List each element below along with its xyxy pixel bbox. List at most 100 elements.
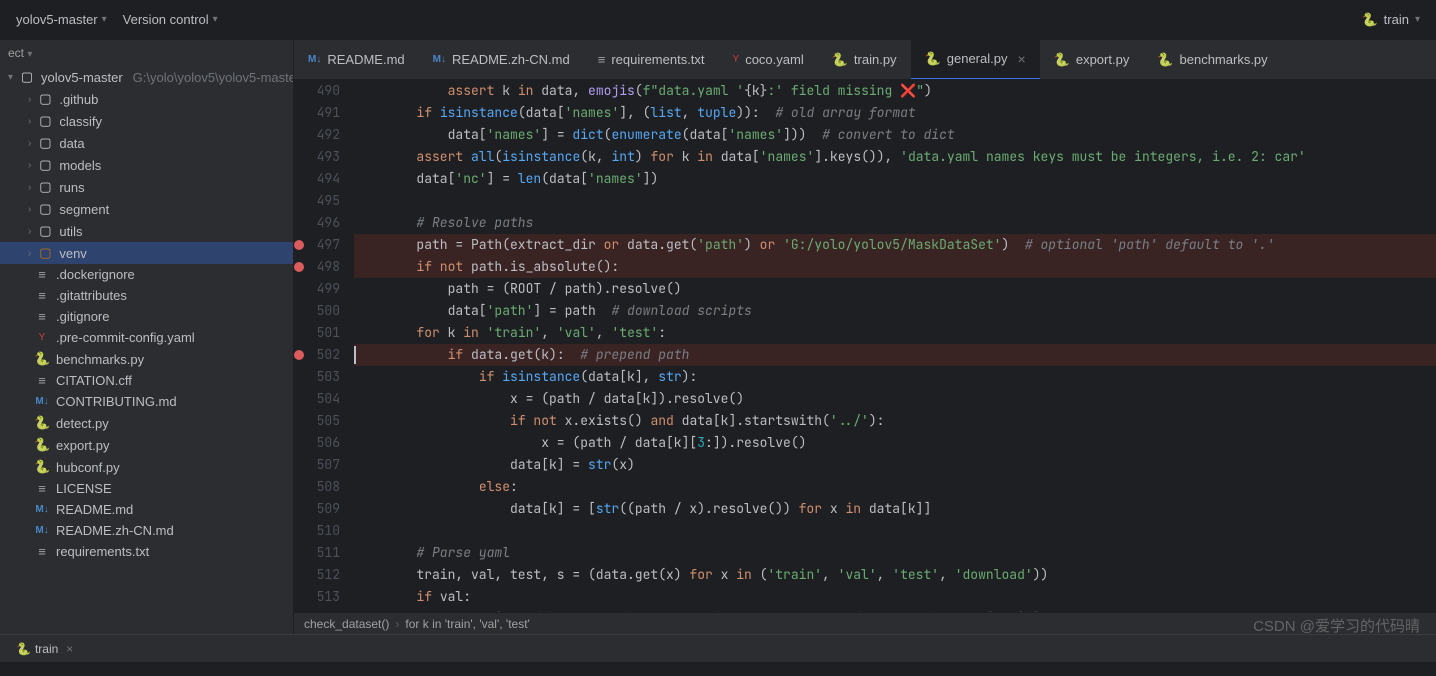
tree-item[interactable]: 🐍hubconf.py <box>0 456 293 478</box>
gutter-line[interactable]: 507 <box>294 454 340 476</box>
code-line[interactable]: data['names'] = dict(enumerate(data['nam… <box>354 124 1436 146</box>
gutter-line[interactable]: 504 <box>294 388 340 410</box>
code-line[interactable]: data[k] = [str((path / x).resolve()) for… <box>354 498 1436 520</box>
gutter-line[interactable]: 514 <box>294 608 340 612</box>
tree-item[interactable]: ›▢runs <box>0 176 293 198</box>
gutter-line[interactable]: 491 <box>294 102 340 124</box>
gutter-line[interactable]: 492 <box>294 124 340 146</box>
editor-tab[interactable]: Ycoco.yaml <box>719 40 818 80</box>
editor-tab[interactable]: 🐍train.py <box>818 40 911 80</box>
tree-item[interactable]: ›▢models <box>0 154 293 176</box>
project-tree: ▾ ▢ yolov5-master G:\yolo\yolov5\yolov5-… <box>0 66 293 562</box>
gutter-line[interactable]: 501 <box>294 322 340 344</box>
code-line[interactable]: x = (path / data[k]).resolve() <box>354 388 1436 410</box>
code-line[interactable]: assert k in data, emojis(f"data.yaml '{k… <box>354 80 1436 102</box>
code-line[interactable]: if isinstance(data[k], str): <box>354 366 1436 388</box>
breadcrumb-fn[interactable]: check_dataset() <box>304 617 389 631</box>
code-line[interactable] <box>354 190 1436 212</box>
editor-tab[interactable]: M↓ README.md <box>294 40 419 80</box>
close-icon[interactable]: × <box>66 642 73 656</box>
tree-item[interactable]: ›▢utils <box>0 220 293 242</box>
gutter-line[interactable]: 497 <box>294 234 340 256</box>
editor-tab[interactable]: 🐍benchmarks.py <box>1143 40 1281 80</box>
gutter-line[interactable]: 508 <box>294 476 340 498</box>
code-line[interactable]: else: <box>354 476 1436 498</box>
editor-tab[interactable]: M↓README.zh-CN.md <box>419 40 584 80</box>
breakpoint-icon[interactable] <box>294 350 304 360</box>
tree-item[interactable]: 🐍detect.py <box>0 412 293 434</box>
md-icon: M↓ <box>34 525 50 536</box>
code-editor[interactable]: 4904914924934944954964974984995005015025… <box>294 80 1436 612</box>
gutter-line[interactable]: 500 <box>294 300 340 322</box>
tree-item[interactable]: ≡requirements.txt <box>0 541 293 562</box>
tree-item[interactable]: ›▢venv <box>0 242 293 264</box>
tree-item[interactable]: ≡.dockerignore <box>0 264 293 285</box>
code-line[interactable]: if val: <box>354 586 1436 608</box>
gutter-line[interactable]: 498 <box>294 256 340 278</box>
run-tab[interactable]: 🐍 train × <box>10 640 79 658</box>
markdown-icon: M↓ <box>308 54 321 65</box>
code-line[interactable]: if data.get(k): # prepend path <box>354 344 1436 366</box>
tree-item[interactable]: Y.pre-commit-config.yaml <box>0 327 293 348</box>
tree-item[interactable]: 🐍export.py <box>0 434 293 456</box>
tree-item[interactable]: ›▢segment <box>0 198 293 220</box>
code-line[interactable]: assert all(isinstance(k, int) for k in d… <box>354 146 1436 168</box>
code-line[interactable]: path = (ROOT / path).resolve() <box>354 278 1436 300</box>
code-line[interactable] <box>354 520 1436 542</box>
gutter-line[interactable]: 512 <box>294 564 340 586</box>
code-line[interactable]: if isinstance(data['names'], (list, tupl… <box>354 102 1436 124</box>
gutter-line[interactable]: 511 <box>294 542 340 564</box>
run-config-selector[interactable]: train <box>1384 12 1409 27</box>
gutter-line[interactable]: 490 <box>294 80 340 102</box>
breadcrumb-bar[interactable]: check_dataset() › for k in 'train', 'val… <box>294 612 1436 634</box>
tree-item[interactable]: ≡.gitignore <box>0 306 293 327</box>
gutter-line[interactable]: 496 <box>294 212 340 234</box>
tree-item[interactable]: M↓CONTRIBUTING.md <box>0 391 293 412</box>
code-line[interactable]: data['path'] = path # download scripts <box>354 300 1436 322</box>
gutter-line[interactable]: 513 <box>294 586 340 608</box>
code-line[interactable]: for k in 'train', 'val', 'test': <box>354 322 1436 344</box>
close-icon[interactable]: × <box>1017 51 1025 67</box>
tree-item[interactable]: ≡CITATION.cff <box>0 370 293 391</box>
tree-item[interactable]: 🐍benchmarks.py <box>0 348 293 370</box>
breakpoint-icon[interactable] <box>294 262 304 272</box>
gutter-line[interactable]: 506 <box>294 432 340 454</box>
code-line[interactable]: if not path.is_absolute(): <box>354 256 1436 278</box>
code-line[interactable]: data[k] = str(x) <box>354 454 1436 476</box>
tree-item[interactable]: ›▢data <box>0 132 293 154</box>
gutter-line[interactable]: 502 <box>294 344 340 366</box>
tree-item[interactable]: ≡.gitattributes <box>0 285 293 306</box>
tree-item[interactable]: M↓README.md <box>0 499 293 520</box>
gutter-line[interactable]: 493 <box>294 146 340 168</box>
project-sidebar[interactable]: ect ▾ ▾ ▢ yolov5-master G:\yolo\yolov5\y… <box>0 40 294 634</box>
code-line[interactable]: if not x.exists() and data[k].startswith… <box>354 410 1436 432</box>
tree-item[interactable]: M↓README.zh-CN.md <box>0 520 293 541</box>
code-line[interactable]: x = (path / data[k][3:]).resolve() <box>354 432 1436 454</box>
tree-item[interactable]: ›▢classify <box>0 110 293 132</box>
tree-item[interactable]: ≡LICENSE <box>0 478 293 499</box>
gutter-line[interactable]: 510 <box>294 520 340 542</box>
code-content[interactable]: assert k in data, emojis(f"data.yaml '{k… <box>350 80 1436 612</box>
gutter-line[interactable]: 503 <box>294 366 340 388</box>
code-line[interactable]: path = Path(extract_dir or data.get('pat… <box>354 234 1436 256</box>
project-selector[interactable]: yolov5-master ▾ <box>16 12 107 27</box>
editor-tab[interactable]: 🐍export.py <box>1040 40 1144 80</box>
code-line[interactable]: data['nc'] = len(data['names']) <box>354 168 1436 190</box>
code-line[interactable]: # Parse yaml <box>354 542 1436 564</box>
code-line[interactable]: train, val, test, s = (data.get(x) for x… <box>354 564 1436 586</box>
tab-label: README.md <box>327 52 404 67</box>
tree-item[interactable]: ›▢.github <box>0 88 293 110</box>
breadcrumb-loc[interactable]: for k in 'train', 'val', 'test' <box>405 617 529 631</box>
code-line[interactable]: # Resolve paths <box>354 212 1436 234</box>
gutter-line[interactable]: 505 <box>294 410 340 432</box>
vcs-selector[interactable]: Version control ▾ <box>123 12 218 27</box>
gutter-line[interactable]: 499 <box>294 278 340 300</box>
gutter-line[interactable]: 494 <box>294 168 340 190</box>
tree-root[interactable]: ▾ ▢ yolov5-master G:\yolo\yolov5\yolov5-… <box>0 66 293 88</box>
editor-tab[interactable]: 🐍general.py× <box>911 40 1040 80</box>
gutter[interactable]: 4904914924934944954964974984995005015025… <box>294 80 350 612</box>
breakpoint-icon[interactable] <box>294 240 304 250</box>
gutter-line[interactable]: 509 <box>294 498 340 520</box>
gutter-line[interactable]: 495 <box>294 190 340 212</box>
editor-tab[interactable]: ≡requirements.txt <box>584 40 719 80</box>
